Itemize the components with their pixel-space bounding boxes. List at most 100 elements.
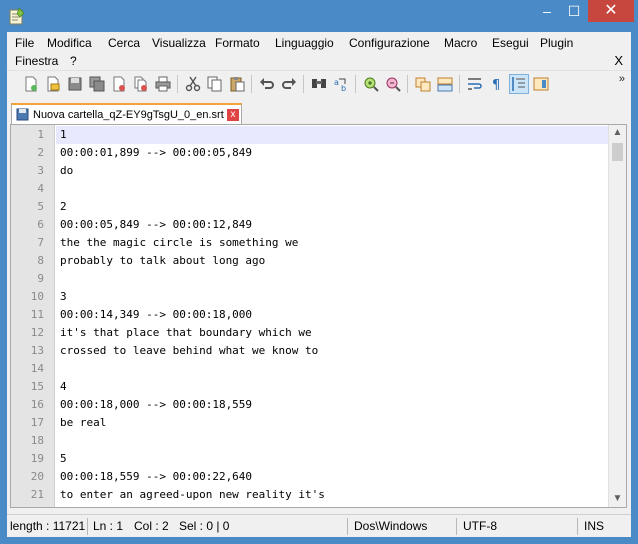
- status-length: length : 11721: [10, 519, 86, 533]
- minimize-button[interactable]: –: [534, 0, 560, 22]
- tab-label: Nuova cartella_qZ-EY9gTsgU_0_en.srt: [33, 108, 224, 121]
- save-all-icon[interactable]: [87, 74, 107, 94]
- notepad-plus-plus-icon: [9, 7, 25, 25]
- word-wrap-icon[interactable]: [465, 74, 485, 94]
- code-line[interactable]: 00:00:18,000 --> 00:00:18,559: [56, 396, 608, 414]
- code-line[interactable]: probably to talk about long ago: [56, 252, 608, 270]
- code-line[interactable]: 4: [56, 378, 608, 396]
- client-area: File Modifica Cerca Visualizza Formato L…: [7, 32, 631, 537]
- menu-configurazione[interactable]: Configurazione: [349, 34, 430, 52]
- code-line[interactable]: 00:00:05,849 --> 00:00:12,849: [56, 216, 608, 234]
- code-line[interactable]: to enter an agreed-upon new reality it's: [56, 486, 608, 504]
- code-line[interactable]: 5: [56, 450, 608, 468]
- status-separator: [347, 518, 348, 535]
- line-number: 14: [30, 362, 44, 375]
- close-document-button[interactable]: X: [614, 52, 623, 70]
- code-line[interactable]: 00:00:01,899 --> 00:00:05,849: [56, 144, 608, 162]
- code-line[interactable]: crossed to leave behind what we know to: [56, 342, 608, 360]
- menu-macro[interactable]: Macro: [444, 34, 477, 52]
- find-icon[interactable]: [309, 74, 329, 94]
- status-line: Ln : 1: [93, 519, 124, 533]
- line-number: 12: [30, 326, 44, 339]
- indent-guide-icon[interactable]: [509, 74, 529, 94]
- toolbar-separator: [177, 75, 178, 93]
- code-line[interactable]: 00:00:18,559 --> 00:00:22,640: [56, 468, 608, 486]
- new-file-icon[interactable]: [21, 74, 41, 94]
- menu-plugin[interactable]: Plugin: [540, 34, 573, 52]
- toolbar-separator: [303, 75, 304, 93]
- scroll-thumb[interactable]: [612, 143, 623, 161]
- line-number: 6: [37, 218, 44, 231]
- line-number: 21: [30, 488, 44, 501]
- code-area[interactable]: 1 00:00:01,899 --> 00:00:05,849 do 2 00:00:0…: [56, 125, 608, 507]
- title-bar[interactable]: – ☐ ✕: [0, 0, 638, 32]
- line-number: 7: [37, 236, 44, 249]
- scroll-up-icon[interactable]: ▲: [609, 125, 626, 141]
- code-line[interactable]: be real: [56, 414, 608, 432]
- line-number: 5: [37, 200, 44, 213]
- menu-formato[interactable]: Formato: [215, 34, 260, 52]
- menu-esegui[interactable]: Esegui: [492, 34, 529, 52]
- line-number: 8: [37, 254, 44, 267]
- document-map-icon[interactable]: [531, 74, 551, 94]
- undo-icon[interactable]: [257, 74, 277, 94]
- show-all-characters-icon[interactable]: ¶: [487, 74, 507, 94]
- code-line[interactable]: the the magic circle is something we: [56, 234, 608, 252]
- tab-document[interactable]: Nuova cartella_qZ-EY9gTsgU_0_en.srt x: [11, 103, 242, 124]
- code-line[interactable]: 3: [56, 288, 608, 306]
- maximize-button[interactable]: ☐: [560, 0, 588, 22]
- replace-icon[interactable]: ab: [331, 74, 351, 94]
- cut-icon[interactable]: [183, 74, 203, 94]
- print-icon[interactable]: [153, 74, 173, 94]
- line-number: 16: [30, 398, 44, 411]
- menu-help[interactable]: ?: [70, 52, 77, 70]
- toolbar-separator: [407, 75, 408, 93]
- line-number: 19: [30, 452, 44, 465]
- status-eol-format: Dos\Windows: [354, 519, 428, 533]
- status-separator: [577, 518, 578, 535]
- svg-text:¶: ¶: [492, 78, 500, 92]
- toolbar-overflow-icon[interactable]: »: [619, 73, 625, 85]
- vertical-scrollbar[interactable]: ▲ ▼: [608, 125, 626, 507]
- svg-text:a: a: [334, 78, 339, 87]
- code-line[interactable]: [56, 270, 608, 288]
- code-line[interactable]: [56, 360, 608, 378]
- toolbar-separator: [251, 75, 252, 93]
- redo-icon[interactable]: [279, 74, 299, 94]
- menu-file[interactable]: File: [15, 34, 34, 52]
- menu-linguaggio[interactable]: Linguaggio: [275, 34, 334, 52]
- code-line[interactable]: it's that place that boundary which we: [56, 324, 608, 342]
- sync-horizontal-icon[interactable]: [435, 74, 455, 94]
- scroll-down-icon[interactable]: ▼: [609, 491, 626, 507]
- line-number: 18: [30, 434, 44, 447]
- menu-modifica[interactable]: Modifica: [47, 34, 92, 52]
- code-line[interactable]: 00:00:14,349 --> 00:00:18,000: [56, 306, 608, 324]
- line-number: 17: [30, 416, 44, 429]
- paste-icon[interactable]: [227, 74, 247, 94]
- zoom-out-icon[interactable]: [383, 74, 403, 94]
- close-all-icon[interactable]: [131, 74, 151, 94]
- file-saved-icon: [16, 108, 29, 121]
- code-line[interactable]: [56, 432, 608, 450]
- close-window-button[interactable]: ✕: [588, 0, 634, 22]
- menu-finestra[interactable]: Finestra: [15, 52, 58, 70]
- line-number: 2: [37, 146, 44, 159]
- code-line[interactable]: [56, 180, 608, 198]
- menu-cerca[interactable]: Cerca: [108, 34, 140, 52]
- code-line[interactable]: 1: [56, 126, 608, 144]
- menu-bar: File Modifica Cerca Visualizza Formato L…: [7, 32, 631, 68]
- tab-close-icon[interactable]: x: [227, 108, 239, 121]
- code-line[interactable]: do: [56, 162, 608, 180]
- close-icon[interactable]: [109, 74, 129, 94]
- open-file-icon[interactable]: [43, 74, 63, 94]
- zoom-in-icon[interactable]: [361, 74, 381, 94]
- text-editor[interactable]: 1 2 3 4 5 6 7 8 9 10 11 12 13 14 15 16 17 18 19 20 21 1 00:00…: [10, 124, 627, 508]
- save-icon[interactable]: [65, 74, 85, 94]
- status-bar: length : 11721 Ln : 1 Col : 2 Sel : 0 | …: [7, 514, 631, 537]
- line-number: 9: [37, 272, 44, 285]
- code-line[interactable]: 2: [56, 198, 608, 216]
- sync-vertical-icon[interactable]: [413, 74, 433, 94]
- menu-visualizza[interactable]: Visualizza: [152, 34, 206, 52]
- copy-icon[interactable]: [205, 74, 225, 94]
- status-separator: [456, 518, 457, 535]
